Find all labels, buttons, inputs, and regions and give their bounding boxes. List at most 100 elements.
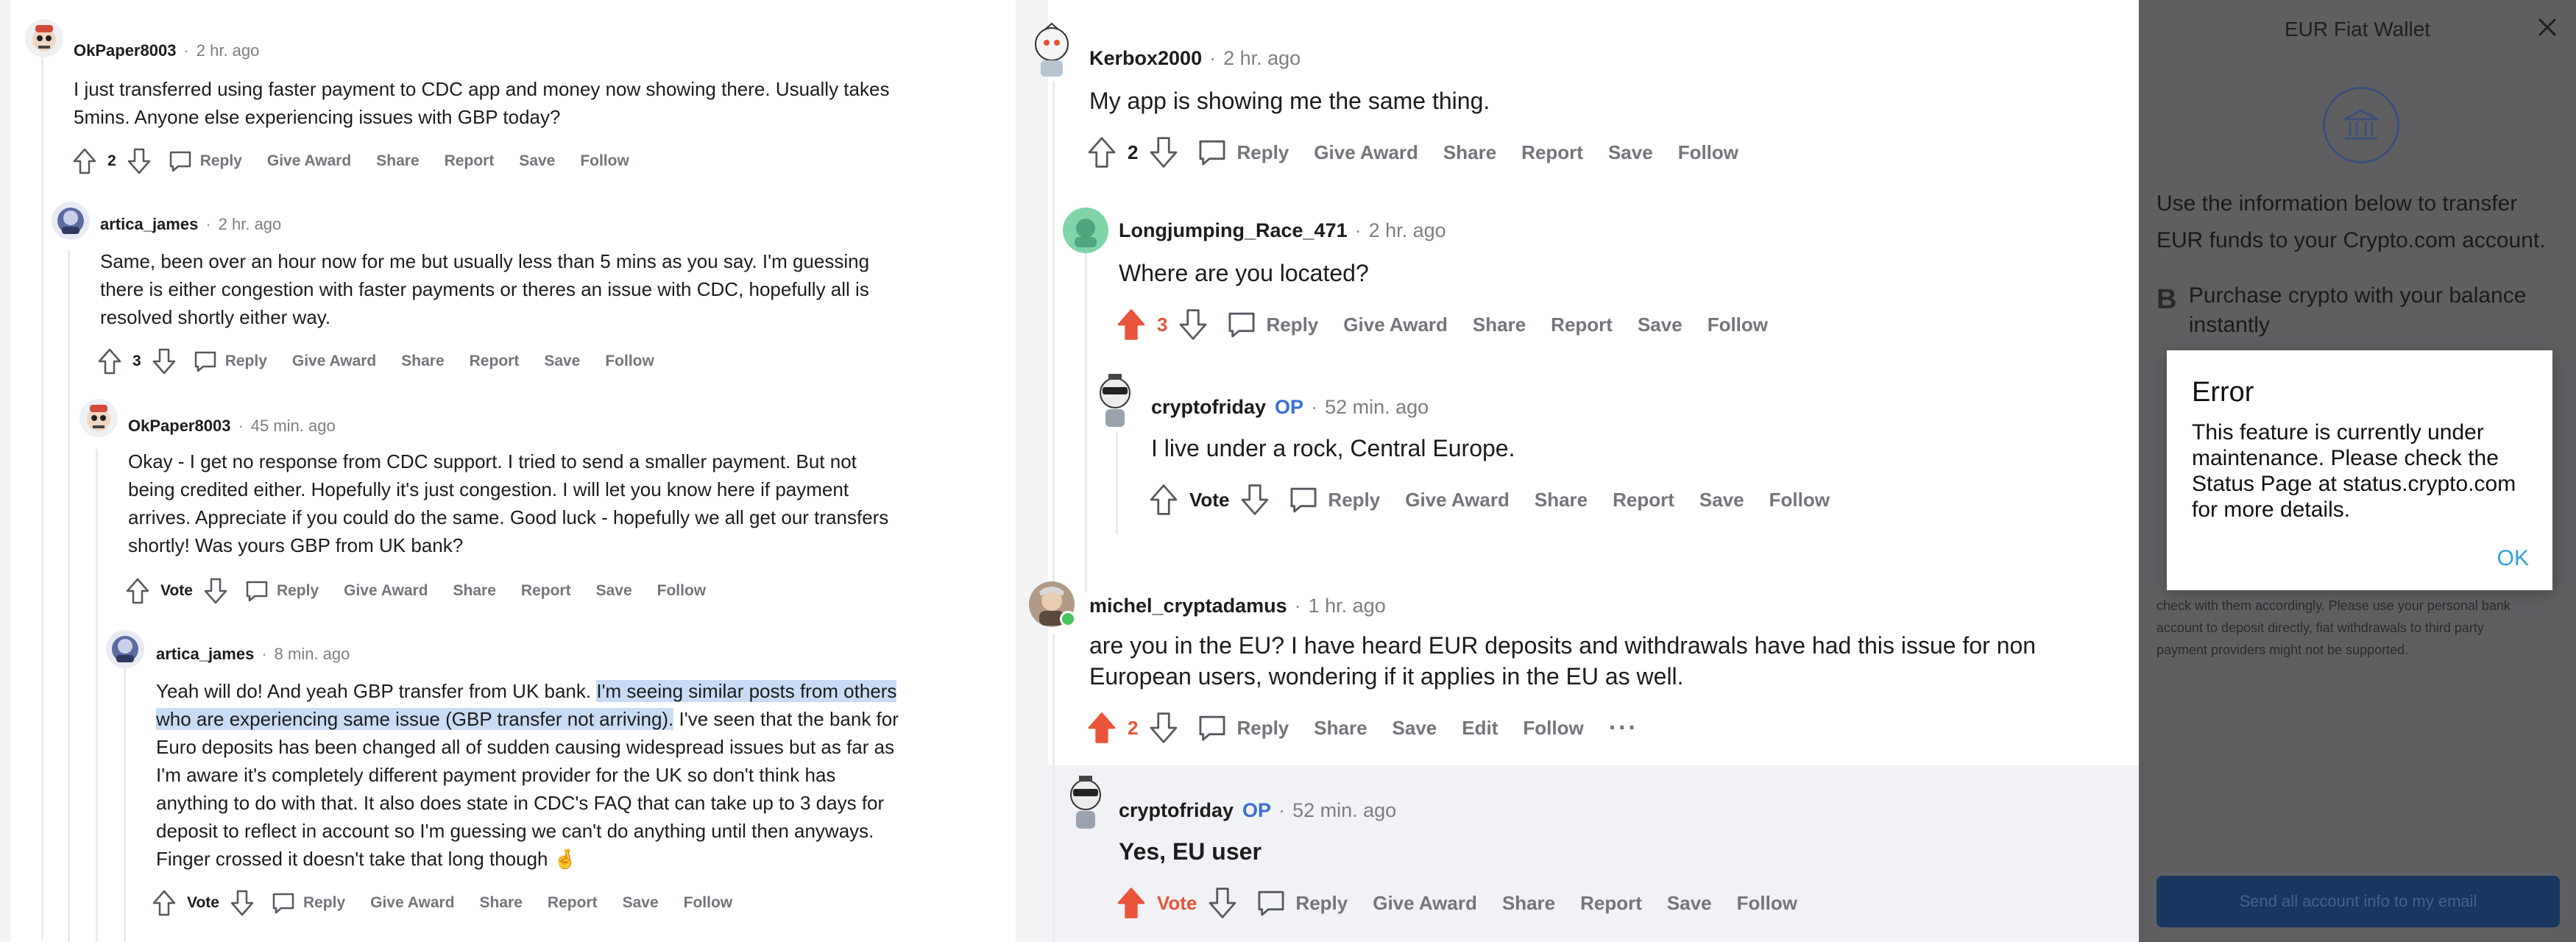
upvote-icon[interactable]: [1148, 483, 1179, 517]
give-award-button[interactable]: Give Award: [267, 152, 351, 170]
share-button[interactable]: Share: [1502, 892, 1555, 915]
avatar[interactable]: [79, 399, 118, 437]
reply-button[interactable]: Reply: [200, 152, 242, 170]
save-button[interactable]: Save: [1667, 892, 1712, 915]
follow-button[interactable]: Follow: [580, 152, 629, 170]
follow-button[interactable]: Follow: [605, 353, 654, 370]
reply-button[interactable]: Reply: [1328, 489, 1380, 511]
avatar[interactable]: [1063, 773, 1108, 833]
downvote-icon[interactable]: [1148, 711, 1179, 745]
upvote-icon[interactable]: [125, 577, 150, 605]
upvote-icon[interactable]: [1086, 135, 1117, 169]
username[interactable]: cryptofriday: [1151, 396, 1266, 419]
reply-button[interactable]: Reply: [1266, 314, 1318, 336]
follow-button[interactable]: Follow: [1737, 892, 1797, 915]
downvote-icon[interactable]: [1207, 886, 1238, 920]
save-button[interactable]: Save: [1608, 141, 1653, 164]
avatar[interactable]: [25, 19, 63, 57]
save-button[interactable]: Save: [1638, 314, 1682, 336]
reply-button[interactable]: Reply: [225, 353, 267, 370]
upvote-icon[interactable]: [97, 347, 122, 375]
report-button[interactable]: Report: [1580, 892, 1642, 915]
upvote-icon[interactable]: [1086, 711, 1117, 745]
give-award-button[interactable]: Give Award: [1405, 489, 1510, 511]
reply-icon[interactable]: [1226, 309, 1257, 340]
give-award-button[interactable]: Give Award: [1343, 314, 1448, 336]
timestamp[interactable]: 1 hr. ago: [1309, 595, 1386, 617]
reply-button[interactable]: Reply: [1295, 892, 1348, 915]
downvote-icon[interactable]: [1148, 135, 1179, 169]
timestamp[interactable]: 2 hr. ago: [1223, 47, 1301, 70]
share-button[interactable]: Share: [376, 152, 419, 170]
send-account-info-button[interactable]: Send all account info to my email: [2156, 876, 2560, 927]
reply-button[interactable]: Reply: [277, 582, 319, 600]
downvote-icon[interactable]: [1239, 483, 1270, 517]
reply-icon[interactable]: [168, 149, 193, 174]
avatar[interactable]: [1029, 22, 1075, 81]
downvote-icon[interactable]: [127, 147, 152, 175]
share-button[interactable]: Share: [480, 894, 523, 912]
reply-icon[interactable]: [1197, 137, 1228, 168]
reply-icon[interactable]: [1197, 712, 1228, 743]
close-icon[interactable]: [2535, 15, 2560, 40]
timestamp[interactable]: 2 hr. ago: [1369, 219, 1446, 242]
share-button[interactable]: Share: [1535, 489, 1588, 511]
report-button[interactable]: Report: [470, 353, 520, 370]
reply-icon[interactable]: [1288, 484, 1319, 515]
give-award-button[interactable]: Give Award: [370, 894, 454, 912]
report-button[interactable]: Report: [548, 894, 598, 912]
reply-button[interactable]: Reply: [303, 894, 345, 912]
share-button[interactable]: Share: [1473, 314, 1526, 336]
username[interactable]: michel_cryptadamus: [1089, 595, 1287, 617]
reply-icon[interactable]: [244, 578, 269, 603]
follow-button[interactable]: Follow: [684, 894, 733, 912]
avatar[interactable]: [52, 202, 90, 240]
avatar[interactable]: [1063, 208, 1108, 253]
save-button[interactable]: Save: [1393, 717, 1437, 740]
reply-icon[interactable]: [1256, 888, 1287, 918]
upvote-icon[interactable]: [1116, 308, 1147, 341]
downvote-icon[interactable]: [152, 347, 177, 375]
report-button[interactable]: Report: [1551, 314, 1613, 336]
give-award-button[interactable]: Give Award: [344, 582, 428, 600]
follow-button[interactable]: Follow: [1523, 717, 1583, 740]
timestamp[interactable]: 2 hr. ago: [197, 41, 260, 60]
username[interactable]: OkPaper8003: [128, 417, 230, 436]
avatar[interactable]: [1092, 369, 1138, 431]
save-button[interactable]: Save: [1699, 489, 1744, 511]
username[interactable]: OkPaper8003: [74, 41, 176, 60]
save-button[interactable]: Save: [544, 353, 580, 370]
report-button[interactable]: Report: [1613, 489, 1674, 511]
username[interactable]: cryptofriday: [1119, 799, 1234, 822]
follow-button[interactable]: Follow: [657, 582, 707, 600]
avatar[interactable]: [106, 630, 144, 668]
downvote-icon[interactable]: [1178, 308, 1209, 341]
share-button[interactable]: Share: [401, 353, 444, 370]
follow-button[interactable]: Follow: [1708, 314, 1768, 336]
timestamp[interactable]: 8 min. ago: [275, 645, 350, 664]
save-button[interactable]: Save: [623, 894, 659, 912]
follow-button[interactable]: Follow: [1678, 141, 1738, 164]
selected-text[interactable]: I'm seeing similar posts from others: [596, 680, 897, 702]
selected-text[interactable]: who are experiencing same issue (GBP tra…: [156, 708, 674, 730]
username[interactable]: Kerbox2000: [1089, 47, 1202, 70]
follow-button[interactable]: Follow: [1769, 489, 1830, 511]
reply-icon[interactable]: [193, 349, 218, 374]
give-award-button[interactable]: Give Award: [1314, 141, 1418, 164]
reply-button[interactable]: Reply: [1236, 141, 1289, 164]
more-options-button[interactable]: ···: [1609, 714, 1638, 743]
report-button[interactable]: Report: [445, 152, 495, 170]
timestamp[interactable]: 52 min. ago: [1325, 396, 1429, 419]
give-award-button[interactable]: Give Award: [1373, 892, 1477, 915]
give-award-button[interactable]: Give Award: [292, 353, 376, 370]
upvote-icon[interactable]: [152, 889, 177, 917]
downvote-icon[interactable]: [203, 577, 228, 605]
upvote-icon[interactable]: [72, 147, 97, 175]
share-button[interactable]: Share: [453, 582, 496, 600]
timestamp[interactable]: 52 min. ago: [1292, 799, 1396, 822]
report-button[interactable]: Report: [521, 582, 571, 600]
save-button[interactable]: Save: [519, 152, 555, 170]
username[interactable]: artica_james: [100, 215, 198, 234]
share-button[interactable]: Share: [1314, 717, 1367, 740]
reply-button[interactable]: Reply: [1236, 717, 1289, 740]
